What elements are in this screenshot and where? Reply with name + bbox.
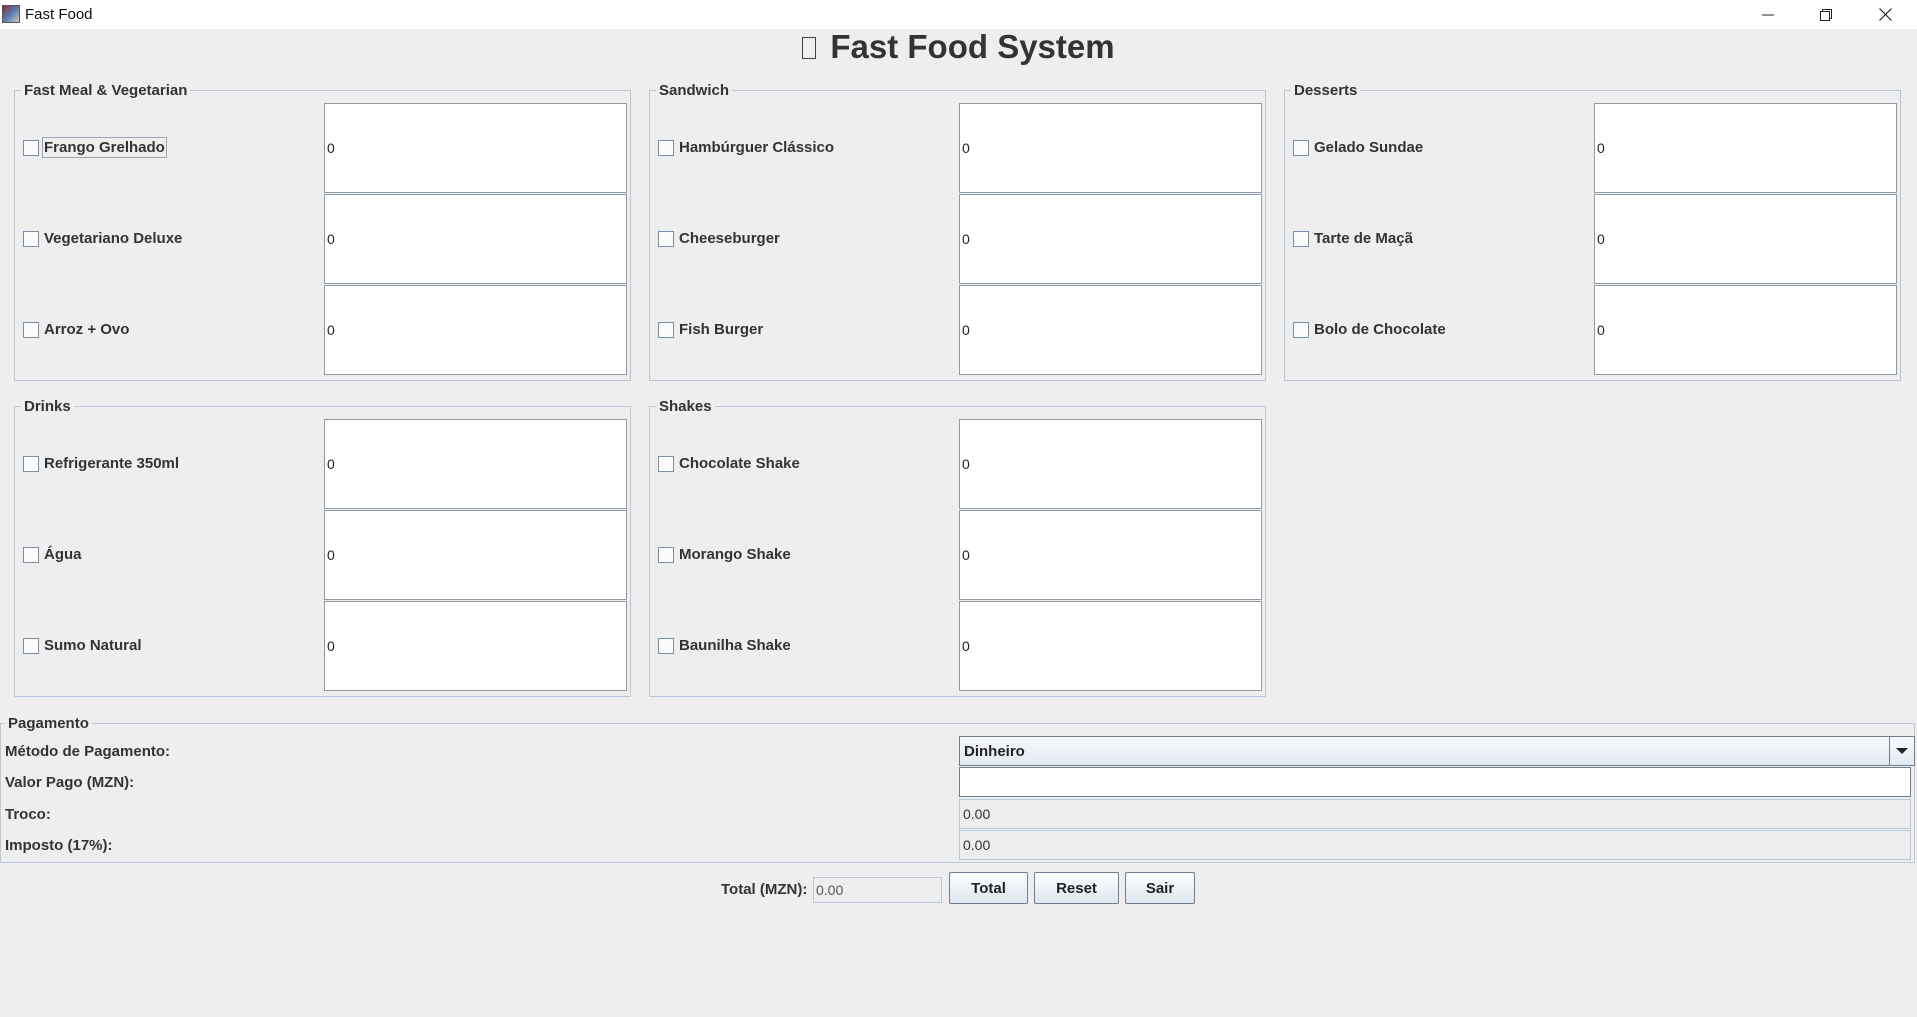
quantity-field[interactable]: 0 (324, 601, 627, 691)
menu-item-row: Bolo de Chocolate 0 (1285, 284, 1900, 375)
total-field: 0.00 (813, 877, 942, 903)
menu-item-row: Fish Burger 0 (650, 284, 1265, 375)
item-checkbox[interactable] (658, 638, 674, 654)
amount-paid-input[interactable] (959, 767, 1911, 797)
menu-item-row: Morango Shake 0 (650, 509, 1265, 600)
minimize-icon[interactable] (1739, 0, 1797, 29)
group-drinks: Drinks Refrigerante 350ml 0 Água 0 Sumo … (14, 398, 631, 697)
item-checkbox[interactable] (658, 456, 674, 472)
menu-item-row: Chocolate Shake 0 (650, 418, 1265, 509)
group-title: Shakes (656, 398, 715, 415)
item-label[interactable]: Gelado Sundae (1314, 139, 1423, 156)
item-label[interactable]: Arroz + Ovo (44, 321, 129, 338)
item-label[interactable]: Frango Grelhado (42, 137, 167, 158)
fast-food-app-icon (2, 5, 20, 23)
group-title: Desserts (1291, 82, 1361, 99)
total-button[interactable]: Total (949, 872, 1028, 904)
group-shakes: Shakes Chocolate Shake 0 Morango Shake 0… (649, 398, 1266, 697)
quantity-field[interactable]: 0 (959, 419, 1262, 509)
close-icon[interactable] (1856, 0, 1914, 29)
item-checkbox[interactable] (23, 456, 39, 472)
payment-method-select[interactable]: Dinheiro (959, 736, 1915, 766)
restore-icon[interactable] (1797, 0, 1855, 29)
item-checkbox[interactable] (1293, 231, 1309, 247)
item-label[interactable]: Refrigerante 350ml (44, 455, 179, 472)
item-label[interactable]: Morango Shake (679, 546, 791, 563)
item-label[interactable]: Água (44, 546, 82, 563)
item-label[interactable]: Cheeseburger (679, 230, 780, 247)
item-label[interactable]: Chocolate Shake (679, 455, 800, 472)
quantity-field[interactable]: 0 (324, 194, 627, 284)
item-label[interactable]: Baunilha Shake (679, 637, 791, 654)
payment-method-label: Método de Pagamento: (5, 743, 171, 760)
quantity-field[interactable]: 0 (959, 510, 1262, 600)
item-checkbox[interactable] (1293, 140, 1309, 156)
menu-item-row: Vegetariano Deluxe 0 (15, 193, 630, 284)
group-fast-meal: Fast Meal & Vegetarian Frango Grelhado 0… (14, 82, 631, 381)
menu-item-row: Tarte de Maçã 0 (1285, 193, 1900, 284)
tax-label: Imposto (17%): (5, 837, 113, 854)
item-checkbox[interactable] (658, 140, 674, 156)
menu-item-row: Água 0 (15, 509, 630, 600)
menu-item-row: Frango Grelhado 0 (15, 102, 630, 193)
item-label[interactable]: Fish Burger (679, 321, 763, 338)
item-checkbox[interactable] (23, 547, 39, 563)
menu-item-row: Cheeseburger 0 (650, 193, 1265, 284)
missing-glyph-icon (802, 37, 817, 59)
group-sandwich: Sandwich Hambúrguer Clássico 0 Cheesebur… (649, 82, 1266, 381)
quantity-field[interactable]: 0 (324, 285, 627, 375)
quantity-field[interactable]: 0 (324, 419, 627, 509)
total-label: Total (MZN): (721, 881, 808, 898)
page-title: Fast Food System (0, 28, 1917, 66)
item-checkbox[interactable] (658, 231, 674, 247)
menu-item-row: Baunilha Shake 0 (650, 600, 1265, 691)
payment-method-value: Dinheiro (964, 742, 1025, 760)
item-checkbox[interactable] (658, 322, 674, 338)
item-label[interactable]: Hambúrguer Clássico (679, 139, 834, 156)
item-checkbox[interactable] (658, 547, 674, 563)
payment-title: Pagamento (5, 715, 92, 732)
amount-paid-label: Valor Pago (MZN): (5, 774, 135, 791)
menu-item-row: Hambúrguer Clássico 0 (650, 102, 1265, 193)
item-checkbox[interactable] (23, 322, 39, 338)
window-title-bar: Fast Food (0, 0, 1917, 29)
reset-button[interactable]: Reset (1034, 872, 1119, 904)
menu-item-row: Refrigerante 350ml 0 (15, 418, 630, 509)
group-title: Fast Meal & Vegetarian (21, 82, 191, 99)
menu-item-row: Arroz + Ovo 0 (15, 284, 630, 375)
chevron-down-icon[interactable] (1889, 737, 1914, 765)
quantity-field[interactable]: 0 (1594, 103, 1897, 193)
menu-item-row: Gelado Sundae 0 (1285, 102, 1900, 193)
item-checkbox[interactable] (1293, 322, 1309, 338)
window-title: Fast Food (25, 6, 93, 23)
item-checkbox[interactable] (23, 140, 39, 156)
quantity-field[interactable]: 0 (324, 103, 627, 193)
quantity-field[interactable]: 0 (1594, 194, 1897, 284)
group-title: Sandwich (656, 82, 733, 99)
quantity-field[interactable]: 0 (1594, 285, 1897, 375)
group-title: Drinks (21, 398, 74, 415)
item-label[interactable]: Tarte de Maçã (1314, 230, 1413, 247)
item-label[interactable]: Vegetariano Deluxe (44, 230, 182, 247)
quantity-field[interactable]: 0 (959, 285, 1262, 375)
quantity-field[interactable]: 0 (959, 601, 1262, 691)
menu-item-row: Sumo Natural 0 (15, 600, 630, 691)
quantity-field[interactable]: 0 (324, 510, 627, 600)
item-checkbox[interactable] (23, 231, 39, 247)
change-label: Troco: (5, 806, 51, 823)
quantity-field[interactable]: 0 (959, 194, 1262, 284)
exit-button[interactable]: Sair (1125, 872, 1195, 904)
payment-panel: Pagamento Método de Pagamento: Dinheiro … (0, 715, 1915, 863)
group-desserts: Desserts Gelado Sundae 0 Tarte de Maçã 0… (1284, 82, 1901, 381)
change-field: 0.00 (959, 799, 1911, 829)
page-title-text: Fast Food System (830, 28, 1115, 65)
item-label[interactable]: Bolo de Chocolate (1314, 321, 1446, 338)
tax-field: 0.00 (959, 830, 1911, 860)
quantity-field[interactable]: 0 (959, 103, 1262, 193)
item-label[interactable]: Sumo Natural (44, 637, 142, 654)
item-checkbox[interactable] (23, 638, 39, 654)
